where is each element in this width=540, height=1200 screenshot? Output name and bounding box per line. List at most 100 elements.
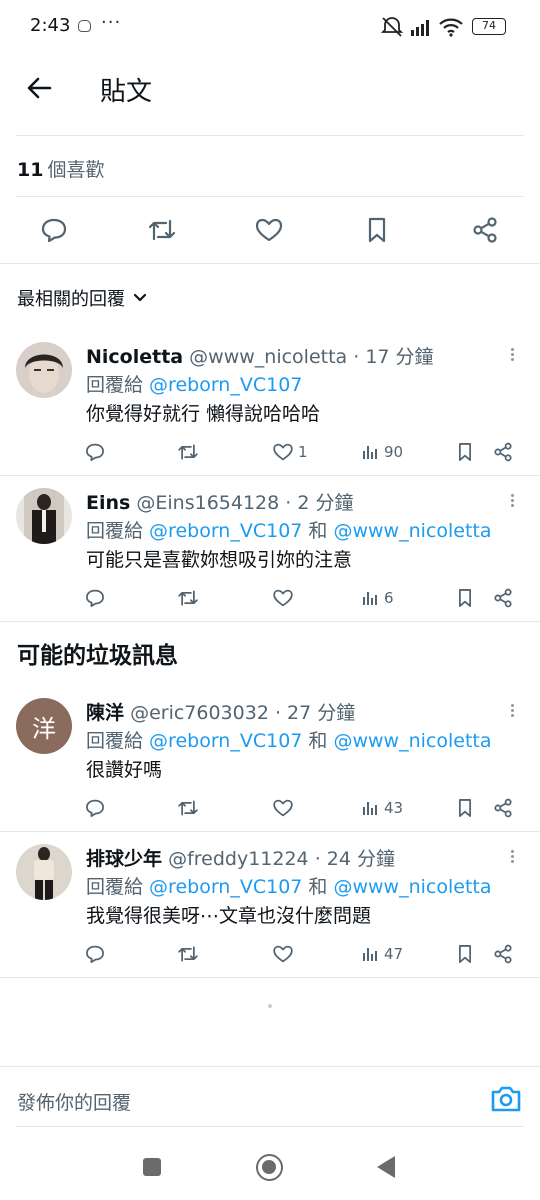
divider: [0, 263, 540, 264]
avatar[interactable]: [16, 342, 72, 398]
mention-link[interactable]: @reborn_VC107: [149, 730, 302, 752]
share-button[interactable]: [492, 438, 514, 466]
repost-icon: [178, 590, 198, 606]
reply-to-joiner: 和: [302, 520, 334, 542]
avatar[interactable]: [16, 844, 72, 900]
like-button[interactable]: [251, 212, 287, 248]
bookmark-button[interactable]: [454, 794, 476, 822]
divider: [0, 621, 540, 622]
share-button[interactable]: [492, 940, 514, 968]
reply-action-bar: 47: [84, 940, 524, 968]
comment-icon: [86, 443, 104, 461]
reply-to-line: 回覆給 @reborn_VC107: [86, 370, 302, 397]
bookmark-button[interactable]: [454, 940, 476, 968]
home-button[interactable]: [256, 1154, 283, 1181]
sort-dropdown[interactable]: 最相關的回覆: [17, 285, 149, 311]
bookmark-button[interactable]: [454, 584, 476, 612]
avatar[interactable]: 洋: [16, 698, 72, 754]
more-options-button[interactable]: [506, 848, 518, 868]
camera-button[interactable]: [490, 1084, 522, 1114]
loading-indicator: [268, 1004, 272, 1008]
reply-author-handle[interactable]: @eric7603032: [130, 702, 269, 724]
reply-to-prefix: 回覆給: [86, 520, 150, 542]
bookmark-button[interactable]: [454, 438, 476, 466]
mute-vibrate-icon: [380, 17, 404, 37]
bookmark-button[interactable]: [359, 212, 395, 248]
battery-level: 74: [482, 19, 496, 32]
battery-icon: 74: [472, 18, 506, 35]
repost-button[interactable]: [176, 438, 200, 466]
reply-button[interactable]: [36, 212, 72, 248]
like-button[interactable]: [272, 794, 298, 822]
reply-author-name[interactable]: Nicoletta: [86, 346, 183, 368]
reply-author-name[interactable]: 排球少年: [86, 848, 162, 870]
reply-time: · 2 分鐘: [285, 492, 354, 514]
reply-action-bar: 6: [84, 584, 524, 612]
reply-button[interactable]: [84, 438, 106, 466]
mention-link[interactable]: @reborn_VC107: [149, 374, 302, 396]
bookmark-icon: [458, 589, 472, 607]
system-back-button[interactable]: [377, 1156, 395, 1178]
view-count: 90: [384, 443, 404, 461]
view-count: 43: [384, 799, 404, 817]
more-notifications-icon: ···: [101, 12, 122, 33]
reply-header: Eins @Eins1654128 · 2 分鐘: [86, 488, 353, 515]
repost-button[interactable]: [176, 940, 200, 968]
like-button[interactable]: [272, 584, 298, 612]
reply-button[interactable]: [84, 584, 106, 612]
bookmark-icon: [368, 217, 386, 243]
reply-author-name[interactable]: 陳洋: [86, 702, 124, 724]
back-button[interactable]: [20, 68, 60, 108]
reply-author-handle[interactable]: @freddy11224: [168, 848, 309, 870]
views-chart-icon: [363, 948, 377, 961]
share-button[interactable]: [492, 584, 514, 612]
mention-link[interactable]: @reborn_VC107: [149, 520, 302, 542]
reply-composer[interactable]: 發佈你的回覆: [0, 1066, 540, 1126]
view-count: 6: [384, 589, 394, 607]
reply-button[interactable]: [84, 794, 106, 822]
mention-link[interactable]: @reborn_VC107: [149, 876, 302, 898]
views-button[interactable]: 47: [362, 940, 403, 968]
back-arrow-icon: [27, 77, 52, 99]
views-chart-icon: [363, 802, 377, 815]
more-options-button[interactable]: [506, 702, 518, 722]
more-options-button[interactable]: [506, 346, 518, 366]
reply-to-line: 回覆給 @reborn_VC107 和 @www_nicoletta: [86, 726, 492, 753]
like-button[interactable]: 1: [272, 438, 308, 466]
repost-button[interactable]: [176, 584, 200, 612]
post-action-bar: [0, 200, 540, 260]
reply-header: 陳洋 @eric7603032 · 27 分鐘: [86, 698, 355, 725]
share-icon: [494, 798, 512, 818]
reply-header: Nicoletta @www_nicoletta · 17 分鐘: [86, 342, 434, 369]
page-title: 貼文: [100, 77, 153, 107]
repost-icon: [178, 444, 198, 460]
repost-button[interactable]: [144, 212, 180, 248]
likes-count[interactable]: 11 個喜歡: [17, 155, 104, 182]
bookmark-icon: [458, 443, 472, 461]
views-button[interactable]: 43: [362, 794, 403, 822]
divider: [0, 475, 540, 476]
mention-link[interactable]: @www_nicoletta: [333, 520, 491, 542]
mention-link[interactable]: @www_nicoletta: [333, 730, 491, 752]
sort-label: 最相關的回覆: [17, 289, 125, 310]
recent-apps-button[interactable]: [143, 1158, 161, 1176]
reply-author-name[interactable]: Eins: [86, 492, 130, 514]
reply-input[interactable]: 發佈你的回覆: [17, 1088, 131, 1115]
reply-time: · 27 分鐘: [274, 702, 356, 724]
more-options-button[interactable]: [506, 492, 518, 512]
views-button[interactable]: 90: [362, 438, 403, 466]
comment-icon: [86, 945, 104, 963]
views-button[interactable]: 6: [362, 584, 394, 612]
like-button[interactable]: [272, 940, 298, 968]
reply-author-handle[interactable]: @Eins1654128: [136, 492, 279, 514]
share-icon: [494, 944, 512, 964]
reply-author-handle[interactable]: @www_nicoletta: [189, 346, 347, 368]
reply-button[interactable]: [84, 940, 106, 968]
share-button[interactable]: [492, 794, 514, 822]
bookmark-icon: [458, 799, 472, 817]
avatar[interactable]: [16, 488, 72, 544]
share-button[interactable]: [467, 212, 503, 248]
mention-link[interactable]: @www_nicoletta: [333, 876, 491, 898]
repost-button[interactable]: [176, 794, 200, 822]
divider: [16, 1126, 524, 1127]
